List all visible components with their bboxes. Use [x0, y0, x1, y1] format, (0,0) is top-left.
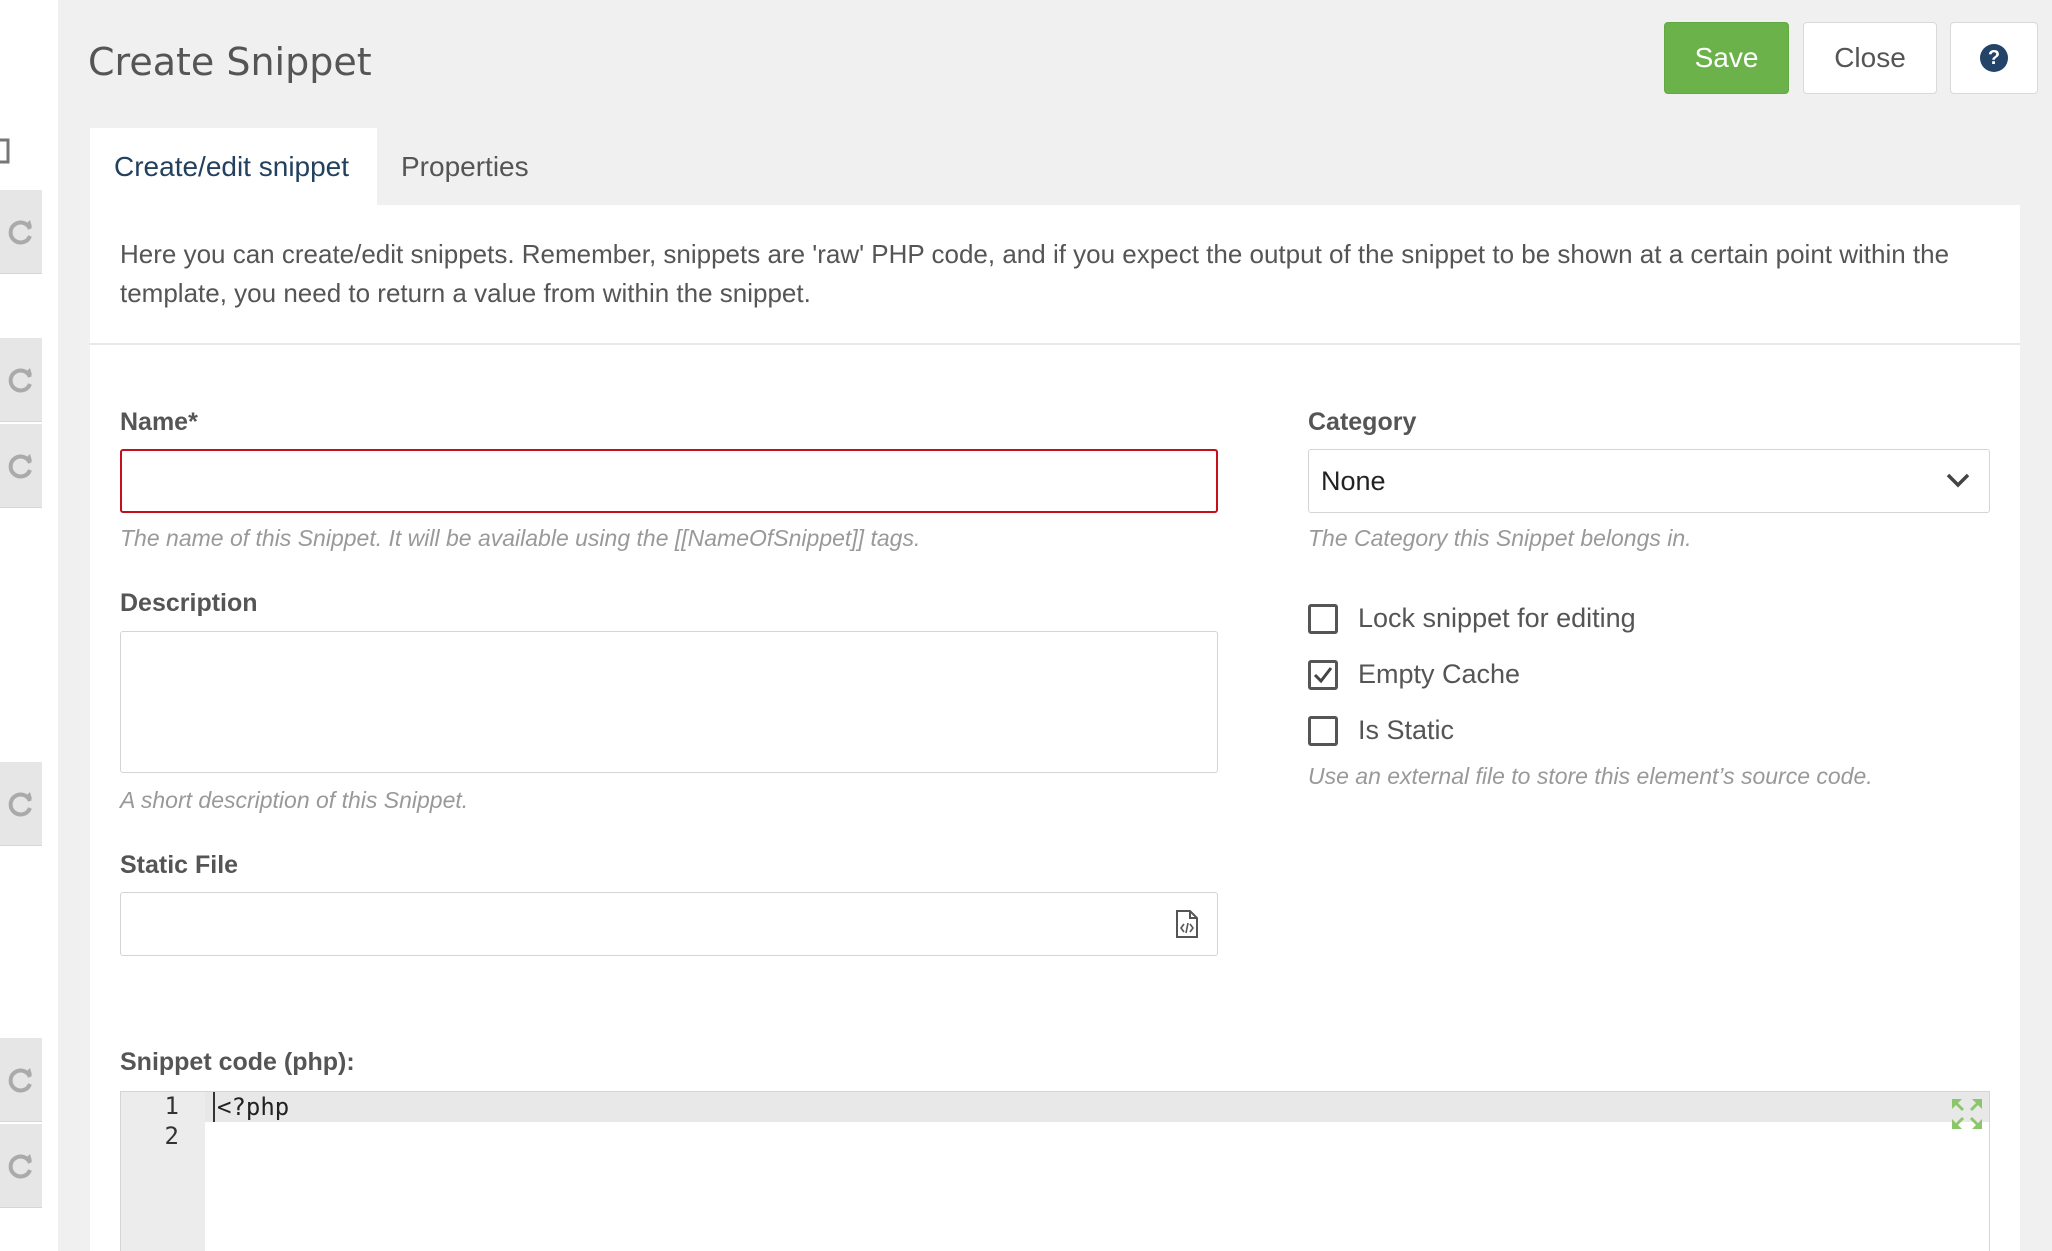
sidebar-refresh-button[interactable] — [0, 338, 42, 422]
name-hint: The name of this Snippet. It will be ava… — [120, 525, 921, 551]
sidebar-refresh-button[interactable] — [0, 762, 42, 846]
code-line[interactable]: <?php — [213, 1092, 289, 1122]
line-number: 1 — [164, 1092, 179, 1120]
pin-icon — [0, 138, 10, 164]
name-input[interactable] — [120, 449, 1218, 513]
chevron-down-icon — [1946, 473, 1970, 488]
refresh-icon — [8, 1067, 32, 1092]
lock-snippet-label: Lock snippet for editing — [1358, 603, 1636, 633]
empty-cache-label: Empty Cache — [1358, 659, 1521, 689]
lock-snippet-checkbox[interactable]: Lock snippet for editing — [1308, 603, 1636, 634]
sidebar-refresh-button[interactable] — [0, 424, 42, 508]
tab-properties[interactable]: Properties — [377, 128, 553, 206]
is-static-hint: Use an external file to store this eleme… — [1308, 763, 1873, 789]
close-button[interactable]: Close — [1803, 22, 1937, 94]
file-code-icon[interactable] — [1175, 909, 1199, 939]
snippet-form-panel: Here you can create/edit snippets. Remem… — [90, 205, 2020, 1251]
checkbox[interactable] — [1308, 715, 1338, 746]
help-button[interactable]: ? — [1950, 22, 2038, 94]
code-editor[interactable]: 1 2 <?php — [120, 1091, 1990, 1251]
checkbox[interactable] — [1308, 603, 1338, 634]
save-button[interactable]: Save — [1664, 22, 1789, 94]
page-title: Create Snippet — [88, 40, 372, 84]
category-hint: The Category this Snippet belongs in. — [1308, 525, 1692, 551]
description-textarea[interactable] — [120, 631, 1218, 773]
is-static-label: Is Static — [1358, 715, 1455, 745]
refresh-icon — [8, 791, 32, 816]
static-file-label: Static File — [120, 851, 239, 879]
sidebar — [0, 0, 58, 1251]
name-label: Name* — [120, 408, 198, 436]
sidebar-refresh-button[interactable] — [0, 190, 42, 274]
refresh-icon — [8, 367, 32, 392]
divider — [90, 343, 2020, 345]
tab-create-edit-snippet[interactable]: Create/edit snippet — [90, 128, 377, 206]
description-label: Description — [120, 589, 258, 617]
checkbox[interactable] — [1308, 659, 1338, 690]
intro-text: Here you can create/edit snippets. Remem… — [120, 239, 1950, 308]
check-icon — [1313, 666, 1333, 683]
sidebar-refresh-button[interactable] — [0, 1038, 42, 1122]
refresh-icon — [8, 219, 32, 244]
empty-cache-checkbox[interactable]: Empty Cache — [1308, 659, 1520, 690]
refresh-icon — [8, 1153, 32, 1178]
sidebar-refresh-button[interactable] — [0, 1124, 42, 1208]
snippet-code-label: Snippet code (php): — [120, 1048, 355, 1076]
refresh-icon — [8, 453, 32, 478]
category-select[interactable]: None — [1308, 449, 1990, 513]
static-file-input[interactable] — [120, 892, 1218, 956]
is-static-checkbox[interactable]: Is Static — [1308, 715, 1454, 746]
question-circle-icon: ? — [1980, 44, 2008, 72]
category-value: None — [1321, 465, 1386, 496]
active-line-highlight — [121, 1092, 1989, 1122]
category-label: Category — [1308, 408, 1417, 436]
expand-icon[interactable] — [1949, 1096, 1985, 1132]
description-hint: A short description of this Snippet. — [120, 787, 469, 813]
line-number-gutter: 1 2 — [121, 1092, 205, 1251]
line-number: 2 — [164, 1122, 179, 1150]
